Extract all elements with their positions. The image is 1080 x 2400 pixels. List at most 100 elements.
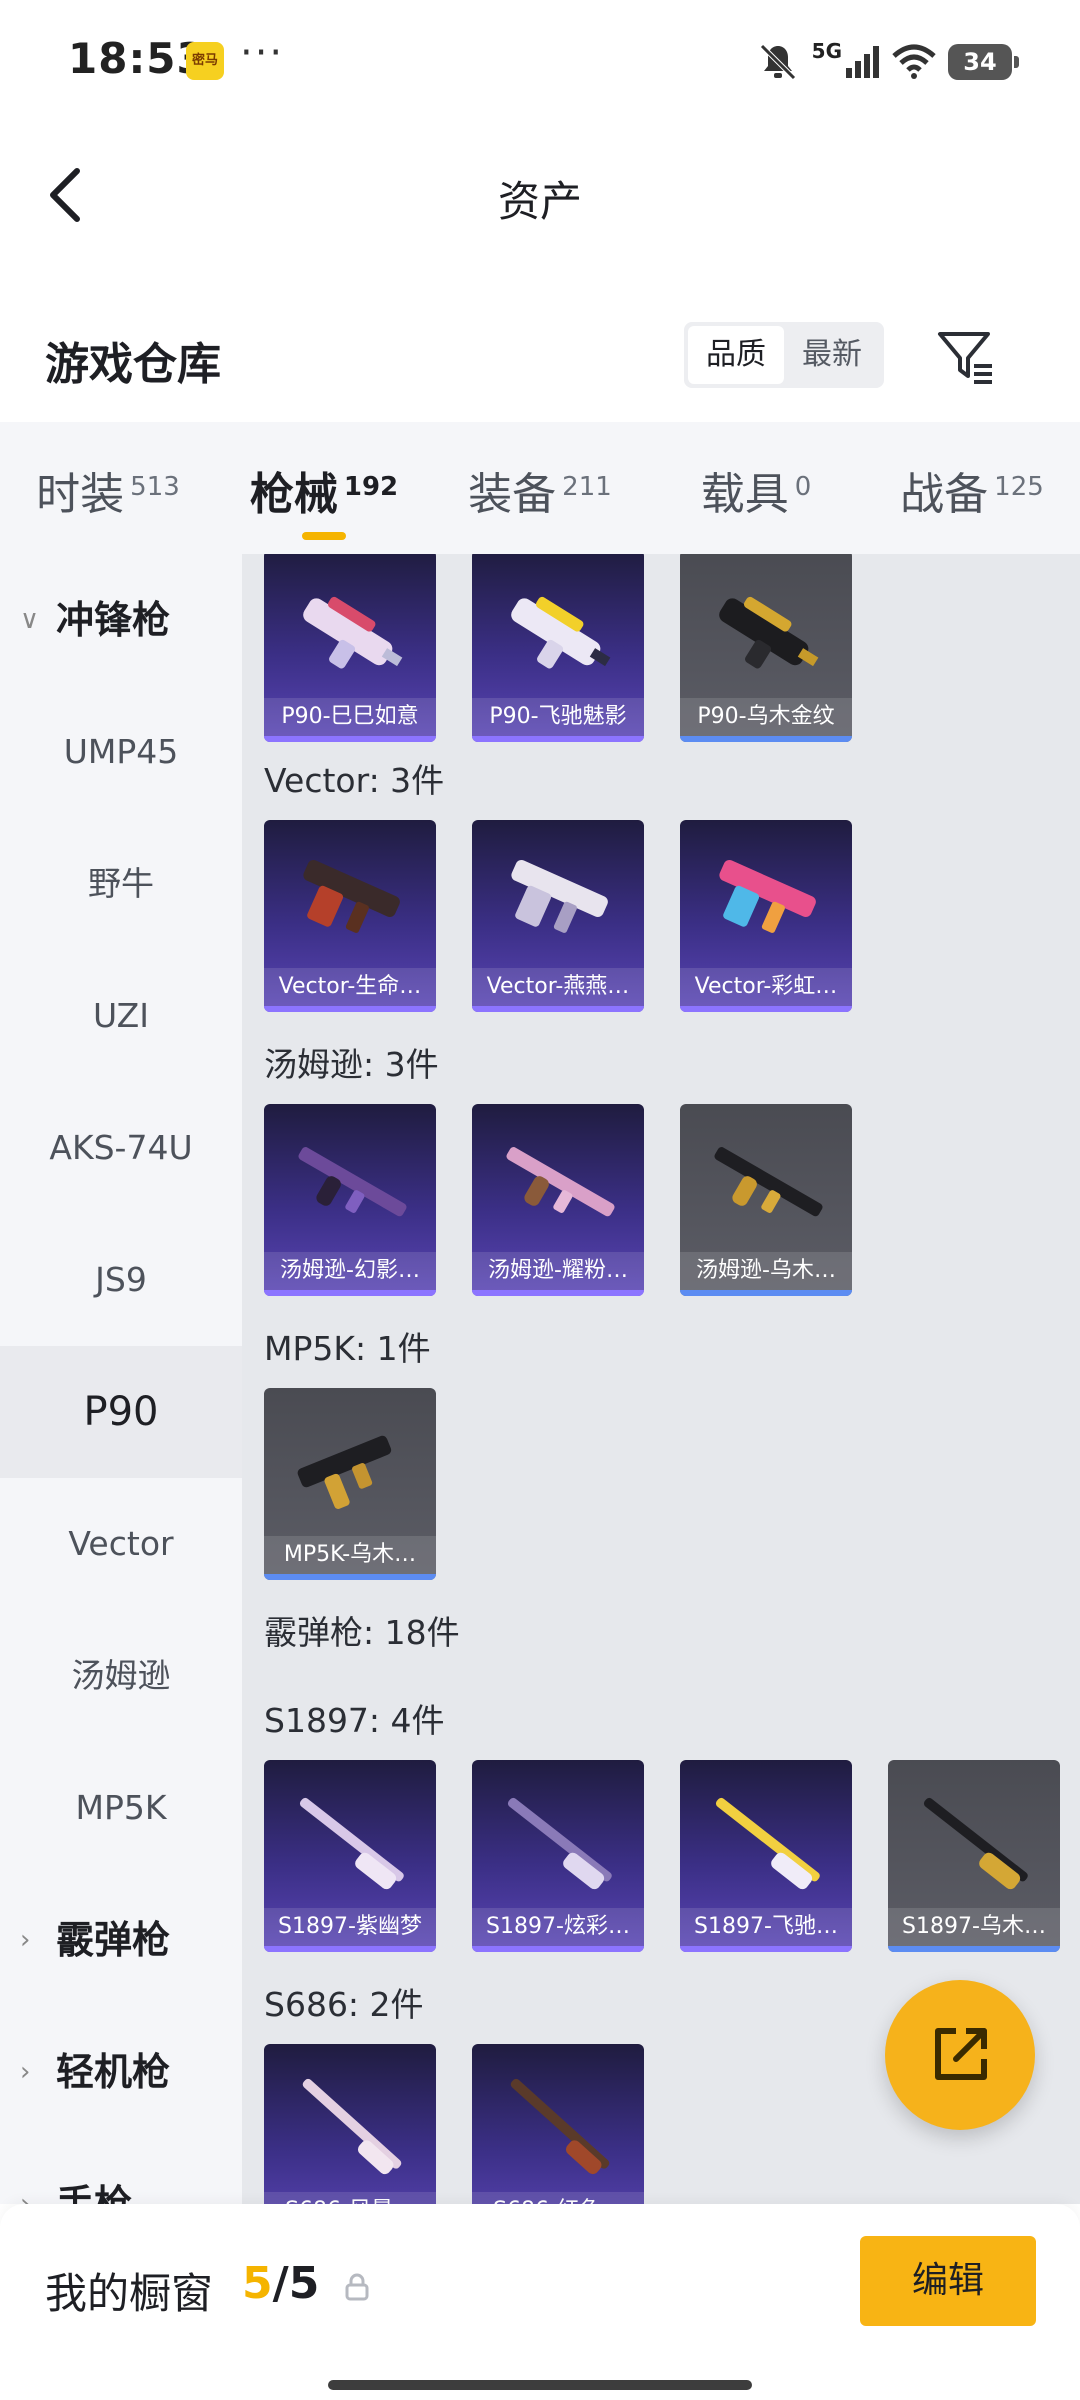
- nav-group-smg[interactable]: ∨ 冲锋枪: [0, 554, 242, 686]
- tab-vehicles[interactable]: 载具 0: [648, 422, 864, 554]
- item-card[interactable]: S686-风暴…: [264, 2044, 436, 2204]
- item-card[interactable]: S686-红色…: [472, 2044, 644, 2204]
- nav-item-thompson[interactable]: 汤姆逊: [0, 1610, 242, 1742]
- chevron-down-icon: ∨: [20, 605, 40, 635]
- tab-label: 枪械: [249, 469, 338, 520]
- item-card[interactable]: 汤姆逊-乌木…: [680, 1104, 852, 1296]
- section-title: S1897: 4件: [264, 1701, 445, 1740]
- warehouse-title: 游戏仓库: [45, 339, 221, 390]
- item-name: S686-红色…: [472, 2192, 644, 2204]
- showcase-separator: /: [272, 2258, 289, 2309]
- tab-supplies[interactable]: 战备 125: [864, 422, 1080, 554]
- item-name: S686-风暴…: [264, 2192, 436, 2204]
- nav-item-uzi[interactable]: UZI: [0, 950, 242, 1082]
- p90-weapon-icon: [511, 596, 611, 669]
- rarity-bar: [680, 1006, 852, 1012]
- item-name: Vector-生命…: [264, 968, 436, 1006]
- tab-count: 192: [343, 472, 399, 502]
- item-name: MP5K-乌木…: [264, 1536, 436, 1574]
- more-notifications-icon: ···: [240, 30, 285, 76]
- nav-group-lmg[interactable]: › 轻机枪: [0, 2006, 242, 2138]
- item-name: S1897-飞驰…: [680, 1908, 852, 1946]
- nav-item-ump45[interactable]: UMP45: [0, 686, 242, 818]
- item-card[interactable]: S1897-炫彩…: [472, 1760, 644, 1952]
- status-icons: 5G 34: [756, 38, 1019, 86]
- item-card[interactable]: P90-巳巳如意: [264, 554, 436, 742]
- rarity-bar: [680, 1946, 852, 1952]
- item-grid: P90-巳巳如意 P90-飞驰魅影 P90-乌木金纹 Vector: 3件 Ve…: [242, 554, 1080, 2204]
- tab-firearms[interactable]: 枪械 192: [216, 422, 432, 554]
- nav-label: 冲锋枪: [56, 598, 171, 642]
- item-card[interactable]: S1897-紫幽梦: [264, 1760, 436, 1952]
- mp5k-weapon-icon: [297, 1435, 392, 1509]
- tab-equipment[interactable]: 装备 211: [432, 422, 648, 554]
- item-name: P90-乌木金纹: [680, 698, 852, 736]
- item-card[interactable]: Vector-彩虹…: [680, 820, 852, 1012]
- nav-item-p90[interactable]: P90: [0, 1346, 242, 1478]
- tab-outfits[interactable]: 时装 513: [0, 422, 216, 554]
- item-name: S1897-乌木…: [888, 1908, 1060, 1946]
- showcase-count: 5/5: [242, 2258, 319, 2309]
- s1897-weapon-icon: [299, 1797, 404, 1890]
- item-name: S1897-炫彩…: [472, 1908, 644, 1946]
- rarity-bar: [680, 1290, 852, 1296]
- nav-label: 手枪: [56, 2182, 133, 2204]
- item-name: S1897-紫幽梦: [264, 1908, 436, 1946]
- rarity-bar: [472, 1290, 644, 1296]
- vector-weapon-icon: [719, 860, 816, 933]
- item-card[interactable]: P90-飞驰魅影: [472, 554, 644, 742]
- tab-label: 战备: [900, 469, 989, 520]
- rarity-bar: [264, 1290, 436, 1296]
- section-title: 霰弹枪: 18件: [264, 1613, 460, 1652]
- s686-weapon-icon: [302, 2078, 402, 2175]
- item-card[interactable]: MP5K-乌木…: [264, 1388, 436, 1580]
- edit-button[interactable]: 编辑: [860, 2236, 1036, 2326]
- nav-item-vector[interactable]: Vector: [0, 1478, 242, 1610]
- showcase-total: 5: [288, 2258, 320, 2309]
- nav-item-mp5k[interactable]: MP5K: [0, 1742, 242, 1874]
- sort-quality-button[interactable]: 品质: [688, 326, 784, 384]
- warehouse-toolbar: 游戏仓库 品质 最新: [0, 300, 1080, 410]
- nav-item-bizon[interactable]: 野牛: [0, 818, 242, 950]
- share-icon: [935, 2028, 987, 2080]
- item-card[interactable]: S1897-乌木…: [888, 1760, 1060, 1952]
- chevron-right-icon: ›: [20, 1925, 31, 1955]
- battery-icon: 34: [948, 44, 1019, 80]
- nav-group-pistol[interactable]: › 手枪: [0, 2138, 242, 2204]
- network-type-label: 5G: [811, 39, 842, 63]
- home-indicator[interactable]: [328, 2380, 752, 2390]
- nav-label: 霰弹枪: [56, 1918, 171, 1962]
- lock-icon: [345, 2273, 369, 2301]
- p90-weapon-icon: [303, 596, 403, 669]
- item-card[interactable]: Vector-燕燕…: [472, 820, 644, 1012]
- item-card[interactable]: S1897-飞驰…: [680, 1760, 852, 1952]
- nav-item-js9[interactable]: JS9: [0, 1214, 242, 1346]
- tab-count: 0: [794, 472, 812, 502]
- nav-group-shotgun[interactable]: › 霰弹枪: [0, 1874, 242, 2006]
- section-title: 汤姆逊: 3件: [264, 1045, 439, 1084]
- item-card[interactable]: 汤姆逊-耀粉…: [472, 1104, 644, 1296]
- item-name: 汤姆逊-乌木…: [680, 1252, 852, 1290]
- item-card[interactable]: P90-乌木金纹: [680, 554, 852, 742]
- filter-button[interactable]: [934, 324, 998, 388]
- weapon-category-nav: ∨ 冲锋枪 UMP45 野牛 UZI AKS-74U JS9 P90 Vecto…: [0, 554, 242, 2204]
- s686-weapon-icon: [510, 2078, 610, 2175]
- section-title: Vector: 3件: [264, 761, 445, 800]
- tab-count: 125: [994, 472, 1044, 502]
- app-header: 资产: [0, 130, 1080, 260]
- showcase-current: 5: [242, 2258, 273, 2309]
- showcase-label: 我的橱窗: [45, 2269, 214, 2318]
- item-card[interactable]: Vector-生命…: [264, 820, 436, 1012]
- sort-newest-button[interactable]: 最新: [784, 326, 880, 384]
- thompson-weapon-icon: [298, 1147, 407, 1217]
- nav-item-aks74u[interactable]: AKS-74U: [0, 1082, 242, 1214]
- sort-toggle: 品质 最新: [684, 322, 884, 388]
- share-button[interactable]: [885, 1980, 1035, 2130]
- item-card[interactable]: 汤姆逊-幻影…: [264, 1104, 436, 1296]
- s1897-weapon-icon: [715, 1797, 820, 1890]
- rarity-bar: [264, 1574, 436, 1580]
- item-name: Vector-彩虹…: [680, 968, 852, 1006]
- rarity-bar: [264, 1006, 436, 1012]
- rarity-bar: [472, 1946, 644, 1952]
- s1897-weapon-icon: [923, 1797, 1028, 1890]
